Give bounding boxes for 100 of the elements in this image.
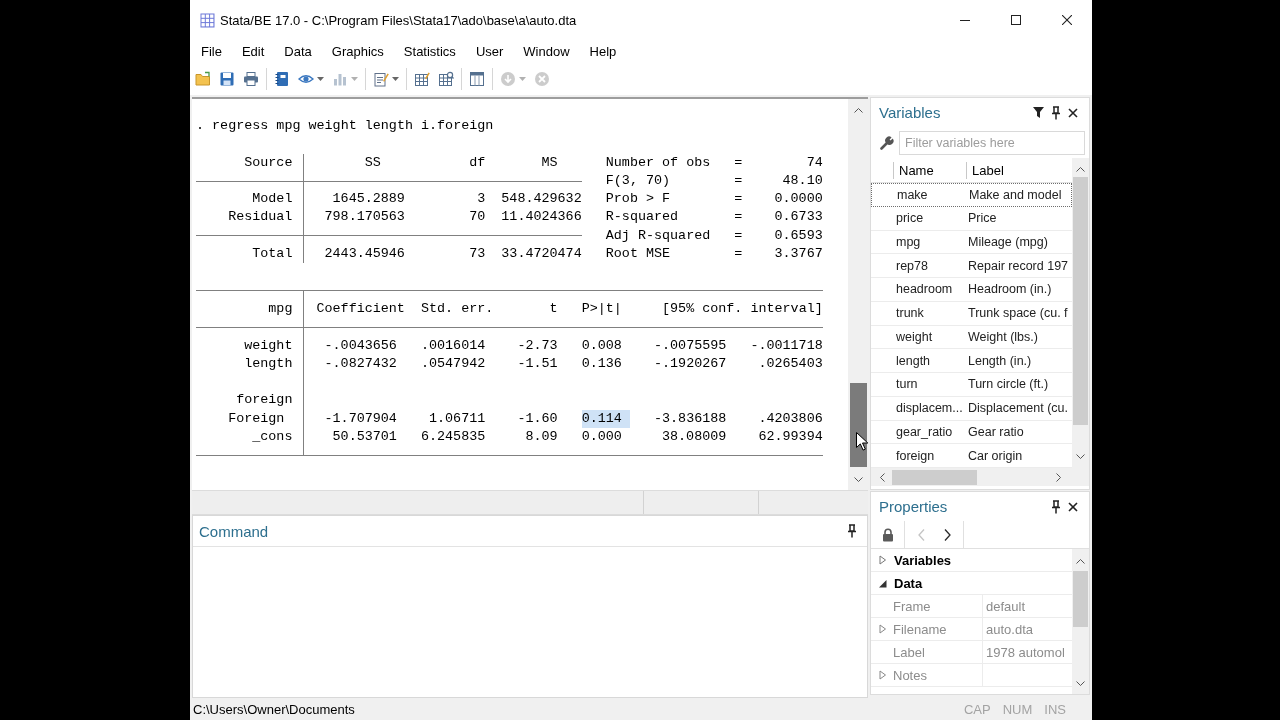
status-indicator: NUM [1002,701,1033,717]
column-header: t [549,299,558,318]
chevron-up-icon[interactable] [1076,559,1085,564]
table-cell: 50.53701 [332,428,397,447]
command-echo: . regress mpg weight length i.foreign [196,117,494,135]
table-cell: 8.09 [525,428,558,447]
table-cell: -.0043656 [324,336,397,355]
chevron-down-icon[interactable] [853,477,863,482]
table-cell: 1645.2889 [332,190,405,209]
variable-label: Mileage (mpg) [968,234,1048,249]
stat-label: Number of obs [605,154,711,170]
caret-icon [317,76,324,81]
property-name: Notes [893,667,927,683]
chevron-right-icon[interactable] [1056,472,1061,482]
table-cell-text: .0547942 [420,354,486,373]
property-value: default [986,598,1026,614]
row-header: mpg [268,299,293,318]
menu-item[interactable]: Help [589,43,617,59]
minimize-icon [959,19,970,21]
chevron-left-icon[interactable] [880,472,885,482]
close-icon[interactable] [1068,501,1078,512]
caret-icon [392,76,399,81]
menu-item[interactable]: Window [523,43,570,59]
filled-triangle-icon[interactable] [879,578,887,588]
variable-label: Length (in.) [968,353,1032,368]
row-label: Total [252,245,293,264]
caret-right-icon[interactable] [879,555,887,565]
table-cell: -2.73 [517,336,558,355]
table-cell-text: 1.06711 [429,409,486,428]
scrollbar[interactable] [1072,549,1089,694]
table-cell: 38.08009 [662,428,727,447]
scrollbar-thumb[interactable] [1073,177,1088,425]
table-cell-text: -1.51 [517,354,558,373]
stat-value: 0.6593 [774,226,823,245]
caret-right-icon[interactable] [879,624,887,634]
mouse-pointer-icon [856,432,868,451]
folder-icon [195,70,211,87]
stat-value: 74 [806,153,823,172]
caret-icon [519,76,526,81]
property-name: Frame [893,598,931,614]
menu-item[interactable]: Data [284,43,312,59]
table-cell: .0016014 [420,336,486,355]
padlock-icon[interactable] [881,527,894,542]
chevron-down-icon[interactable] [1076,681,1085,686]
table-cell: 62.99394 [758,428,823,447]
stat-label: Prob > F [605,191,671,207]
menu-item[interactable]: Graphics [331,43,384,59]
section-label[interactable]: Data [894,575,923,591]
variable-name: mpg [896,234,921,249]
stat-label: F(3, 70) [605,172,671,188]
section-label[interactable]: Variables [894,552,952,568]
table-cell: 0.000 [581,428,622,447]
chevron-down-icon[interactable] [1076,454,1085,459]
variable-name: headroom [896,282,953,297]
pin-icon[interactable] [1051,499,1061,514]
property-value: 1978 automol [986,644,1065,660]
menu-item[interactable]: Statistics [403,43,456,59]
pin-icon[interactable] [847,524,857,538]
row-label: Residual [228,208,293,227]
menu-item[interactable]: Edit [241,43,265,59]
caret-right-icon[interactable] [879,670,887,680]
chevron-right-icon[interactable] [943,528,951,541]
circle-x-icon [534,70,550,87]
funnel-icon[interactable] [1033,107,1044,118]
variable-label: Car origin [968,448,1023,463]
scrollbar-thumb[interactable] [892,469,977,485]
table-cell: 6.245835 [420,428,486,447]
table-magnifier-icon [438,70,454,87]
notepad-pencil-icon [373,70,389,87]
row-label: _cons [252,428,293,447]
table-cell-text: .0265403 [758,354,823,373]
scrollbar[interactable] [848,99,868,490]
stat-label: Adj R-squared [605,227,711,243]
factor-label: foreign [236,391,293,410]
scrollbar-thumb[interactable] [1073,571,1088,627]
variable-label: Repair record 197 [968,258,1069,273]
filter-field[interactable]: Filter variables here [899,130,1085,155]
variable-label: Headroom (in.) [968,282,1052,297]
column-header[interactable]: Name [899,162,934,178]
scrollbar[interactable] [1072,158,1089,468]
menu-item[interactable]: File [201,43,222,59]
table-cell: 73 [469,245,486,264]
close-icon [1061,15,1072,25]
column-header[interactable]: Label [972,162,1004,178]
scrollbar[interactable] [871,468,1089,486]
menu-item[interactable]: User [475,43,504,59]
stat-value: 48.10 [782,171,823,190]
variable-row[interactable]: make Make and model [871,183,1072,207]
close-icon[interactable] [1068,107,1078,118]
chevron-up-icon[interactable] [853,108,863,113]
equals-sign: = [734,209,743,225]
status-path: C:\Users\Owner\Documents [193,701,355,717]
column-header: Std. err. [420,299,494,318]
property-name: Filename [893,621,947,637]
chevron-up-icon[interactable] [1076,167,1085,172]
wrench-icon[interactable] [880,135,894,150]
variable-name: foreign [896,448,935,463]
table-cell: 3 [477,190,486,209]
column-header: SS [364,153,381,172]
pin-icon[interactable] [1051,105,1061,120]
